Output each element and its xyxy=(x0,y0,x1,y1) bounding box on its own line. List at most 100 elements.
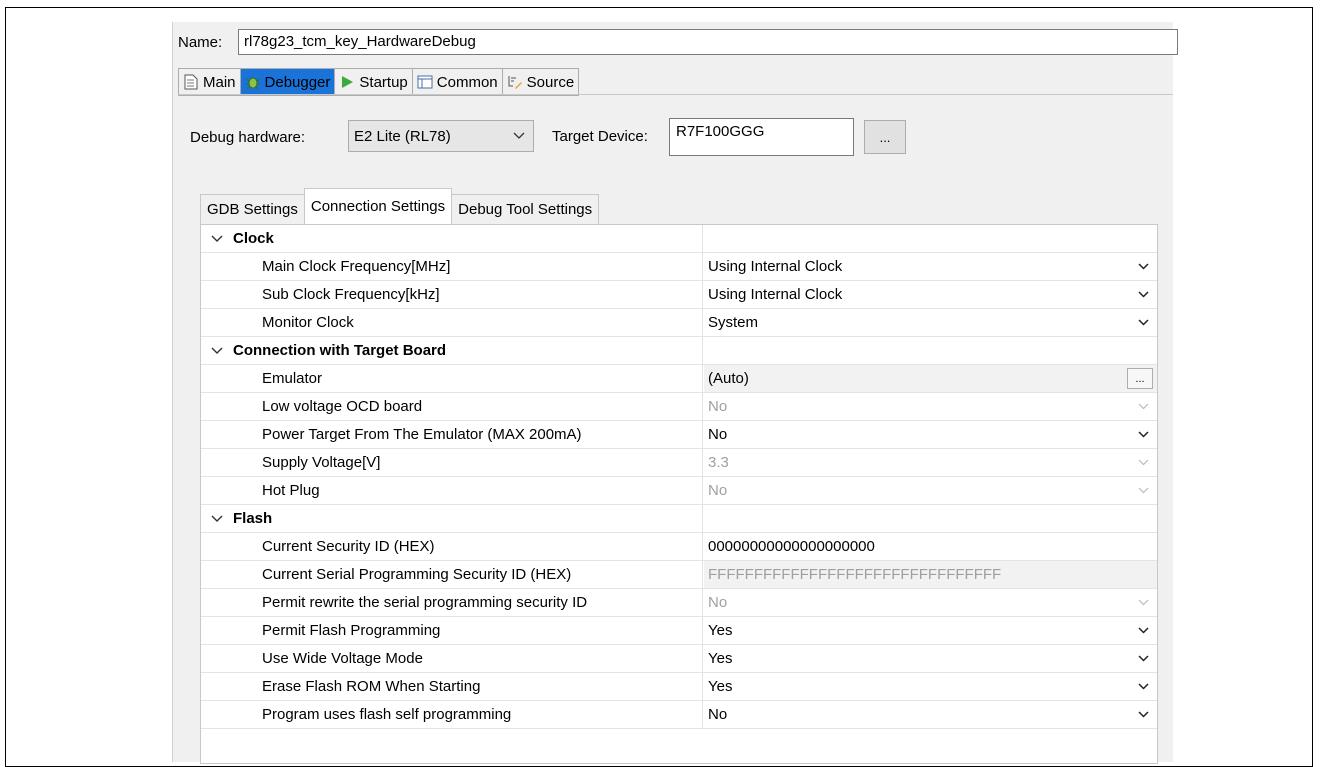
dropdown-arrow-icon xyxy=(1137,455,1149,469)
property-value-text: No xyxy=(708,398,728,415)
debug-hardware-select[interactable]: E2 Lite (RL78) xyxy=(348,120,534,152)
property-row: Hot Plug No xyxy=(201,477,1157,505)
property-row: Monitor Clock System xyxy=(201,309,1157,337)
property-value: No xyxy=(704,589,1157,616)
property-row: Erase Flash ROM When Starting Yes xyxy=(201,673,1157,701)
property-row: Low voltage OCD board No xyxy=(201,393,1157,421)
property-value-text: Using Internal Clock xyxy=(708,286,843,303)
target-device-label: Target Device: xyxy=(552,127,648,145)
property-value[interactable]: No xyxy=(704,421,1157,448)
debugger-bug-icon xyxy=(245,74,261,90)
tab-main[interactable]: Main xyxy=(179,69,241,95)
property-row: Program uses flash self programming No xyxy=(201,701,1157,729)
property-value[interactable]: (Auto) ... xyxy=(704,365,1157,392)
property-row: Current Serial Programming Security ID (… xyxy=(201,561,1157,589)
name-row: Name: xyxy=(178,29,226,55)
dropdown-arrow-icon[interactable] xyxy=(1137,427,1149,441)
property-value-text: 3.3 xyxy=(708,454,729,471)
property-value: FFFFFFFFFFFFFFFFFFFFFFFFFFFFFFFF xyxy=(704,561,1157,588)
dropdown-arrow-icon[interactable] xyxy=(1137,259,1149,273)
dropdown-arrow-icon xyxy=(1137,483,1149,497)
property-name: Sub Clock Frequency[kHz] xyxy=(201,281,703,308)
tab-common[interactable]: Common xyxy=(413,69,503,95)
property-name: Permit Flash Programming xyxy=(201,617,703,644)
property-row: Use Wide Voltage Mode Yes xyxy=(201,645,1157,673)
property-value-text: (Auto) xyxy=(708,370,749,387)
property-name: Current Serial Programming Security ID (… xyxy=(201,561,703,588)
dropdown-arrow-icon[interactable] xyxy=(1137,707,1149,721)
tab-source[interactable]: Source xyxy=(503,69,579,95)
tabs-divider xyxy=(178,94,1173,95)
connection-settings-grid: Clock Main Clock Frequency[MHz] Using In… xyxy=(200,224,1158,764)
subtab-debug-tool-settings[interactable]: Debug Tool Settings xyxy=(452,194,600,224)
common-table-icon xyxy=(417,74,433,90)
startup-play-icon xyxy=(339,74,355,90)
dropdown-arrow-icon xyxy=(1137,595,1149,609)
tab-source-label: Source xyxy=(526,73,575,91)
debug-hardware-value: E2 Lite (RL78) xyxy=(354,127,451,145)
settings-subtabs: GDB Settings Connection Settings Debug T… xyxy=(200,188,600,224)
property-row: Main Clock Frequency[MHz] Using Internal… xyxy=(201,253,1157,281)
subtab-gdb-settings[interactable]: GDB Settings xyxy=(200,194,304,224)
dropdown-arrow-icon[interactable] xyxy=(1137,651,1149,665)
property-value-text: Yes xyxy=(708,650,733,667)
property-value-text: Using Internal Clock xyxy=(708,258,843,275)
property-name: Current Security ID (HEX) xyxy=(201,533,703,560)
category-row-clock[interactable]: Clock xyxy=(201,225,1157,253)
property-value-text: Yes xyxy=(708,678,733,695)
tab-main-label: Main xyxy=(203,73,236,91)
debug-hardware-label: Debug hardware: xyxy=(190,128,306,146)
category-label: Connection with Target Board xyxy=(233,342,447,359)
property-value: No xyxy=(704,477,1157,504)
property-value: 3.3 xyxy=(704,449,1157,476)
tab-debugger[interactable]: Debugger xyxy=(240,69,336,95)
property-value-text: FFFFFFFFFFFFFFFFFFFFFFFFFFFFFFFF xyxy=(708,566,1002,583)
property-name: Power Target From The Emulator (MAX 200m… xyxy=(201,421,703,448)
category-row-connection[interactable]: Connection with Target Board xyxy=(201,337,1157,365)
property-row: Permit Flash Programming Yes xyxy=(201,617,1157,645)
category-label: Flash xyxy=(233,510,273,527)
chevron-down-icon xyxy=(211,232,227,246)
dropdown-arrow-icon[interactable] xyxy=(1137,287,1149,301)
property-value[interactable]: Using Internal Clock xyxy=(704,281,1157,308)
property-value[interactable]: 00000000000000000000 xyxy=(704,533,1157,560)
property-row: Permit rewrite the serial programming se… xyxy=(201,589,1157,617)
debug-hardware-row: Debug hardware: xyxy=(190,118,305,156)
subtab-connection-settings[interactable]: Connection Settings xyxy=(303,188,453,224)
config-name-input[interactable]: rl78g23_tcm_key_HardwareDebug xyxy=(238,29,1178,55)
config-tabs: Main Debugger Startup Common Source xyxy=(178,68,580,96)
dropdown-arrow-icon[interactable] xyxy=(1137,679,1149,693)
emulator-browse-button[interactable]: ... xyxy=(1127,368,1153,389)
source-lookup-icon xyxy=(507,74,523,90)
property-name: Emulator xyxy=(201,365,703,392)
property-value[interactable]: No xyxy=(704,701,1157,728)
property-name: Permit rewrite the serial programming se… xyxy=(201,589,703,616)
property-value[interactable]: Yes xyxy=(704,673,1157,700)
property-value[interactable]: Yes xyxy=(704,645,1157,672)
property-name: Hot Plug xyxy=(201,477,703,504)
property-row: Sub Clock Frequency[kHz] Using Internal … xyxy=(201,281,1157,309)
property-value[interactable]: System xyxy=(704,309,1157,336)
property-value-text: Yes xyxy=(708,622,733,639)
property-row: Emulator (Auto) ... xyxy=(201,365,1157,393)
tab-startup-label: Startup xyxy=(359,73,408,91)
property-name: Program uses flash self programming xyxy=(201,701,703,728)
dropdown-arrow-icon[interactable] xyxy=(1137,315,1149,329)
target-device-browse-button[interactable]: ... xyxy=(864,120,906,154)
property-value-text: No xyxy=(708,706,728,723)
property-name: Erase Flash ROM When Starting xyxy=(201,673,703,700)
category-row-flash[interactable]: Flash xyxy=(201,505,1157,533)
target-device-input[interactable]: R7F100GGG xyxy=(669,118,854,156)
tab-common-label: Common xyxy=(436,73,498,91)
property-value-text: No xyxy=(708,426,728,443)
dropdown-arrow-icon[interactable] xyxy=(1137,623,1149,637)
name-label: Name: xyxy=(178,33,223,51)
property-value[interactable]: Yes xyxy=(704,617,1157,644)
property-name: Main Clock Frequency[MHz] xyxy=(201,253,703,280)
property-value: No xyxy=(704,393,1157,420)
tab-startup[interactable]: Startup xyxy=(335,69,413,95)
tab-debugger-label: Debugger xyxy=(264,73,331,91)
property-value[interactable]: Using Internal Clock xyxy=(704,253,1157,280)
chevron-down-icon xyxy=(513,129,525,143)
property-value-text: System xyxy=(708,314,759,331)
